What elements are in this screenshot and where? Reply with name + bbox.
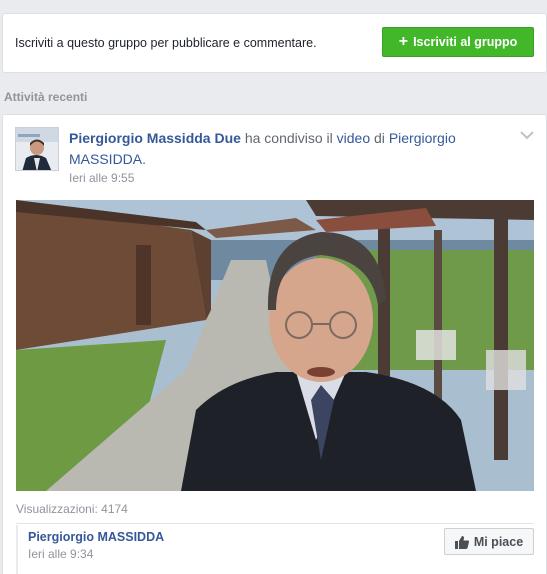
like-button-label: Mi piace — [473, 534, 524, 549]
divider — [16, 523, 534, 524]
join-group-button-label: Iscriviti al gruppo — [413, 35, 518, 49]
post-card: Piergiorgio Massidda Due ha condiviso il… — [2, 114, 547, 574]
shared-author-link[interactable]: Piergiorgio MASSIDDA — [28, 530, 164, 544]
join-group-card: Iscriviti a questo gruppo per pubblicare… — [2, 13, 547, 73]
video-link[interactable]: video — [337, 130, 370, 146]
thumbs-up-icon — [454, 535, 469, 549]
shared-post-border — [16, 525, 20, 574]
video-player[interactable] — [16, 200, 534, 491]
post-period-text: . — [142, 151, 147, 167]
join-group-text: Iscriviti a questo gruppo per pubblicare… — [15, 36, 317, 50]
plus-icon: + — [398, 33, 409, 50]
post-header: Piergiorgio Massidda Due ha condiviso il… — [69, 128, 509, 170]
post-action-text: ha condiviso il — [244, 130, 333, 146]
shared-timestamp[interactable]: Ieri alle 9:34 — [28, 547, 93, 561]
post-preposition-text: di — [374, 130, 385, 146]
view-count: Visualizzazioni: 4174 — [16, 502, 128, 516]
avatar[interactable] — [15, 127, 59, 171]
recent-activity-heading: Attività recenti — [4, 90, 88, 104]
join-group-button[interactable]: + Iscriviti al gruppo — [382, 27, 534, 57]
chevron-down-icon[interactable] — [519, 129, 535, 141]
like-button[interactable]: Mi piace — [444, 528, 534, 555]
post-author-link[interactable]: Piergiorgio Massidda Due — [69, 130, 241, 146]
post-timestamp[interactable]: Ieri alle 9:55 — [69, 171, 134, 185]
